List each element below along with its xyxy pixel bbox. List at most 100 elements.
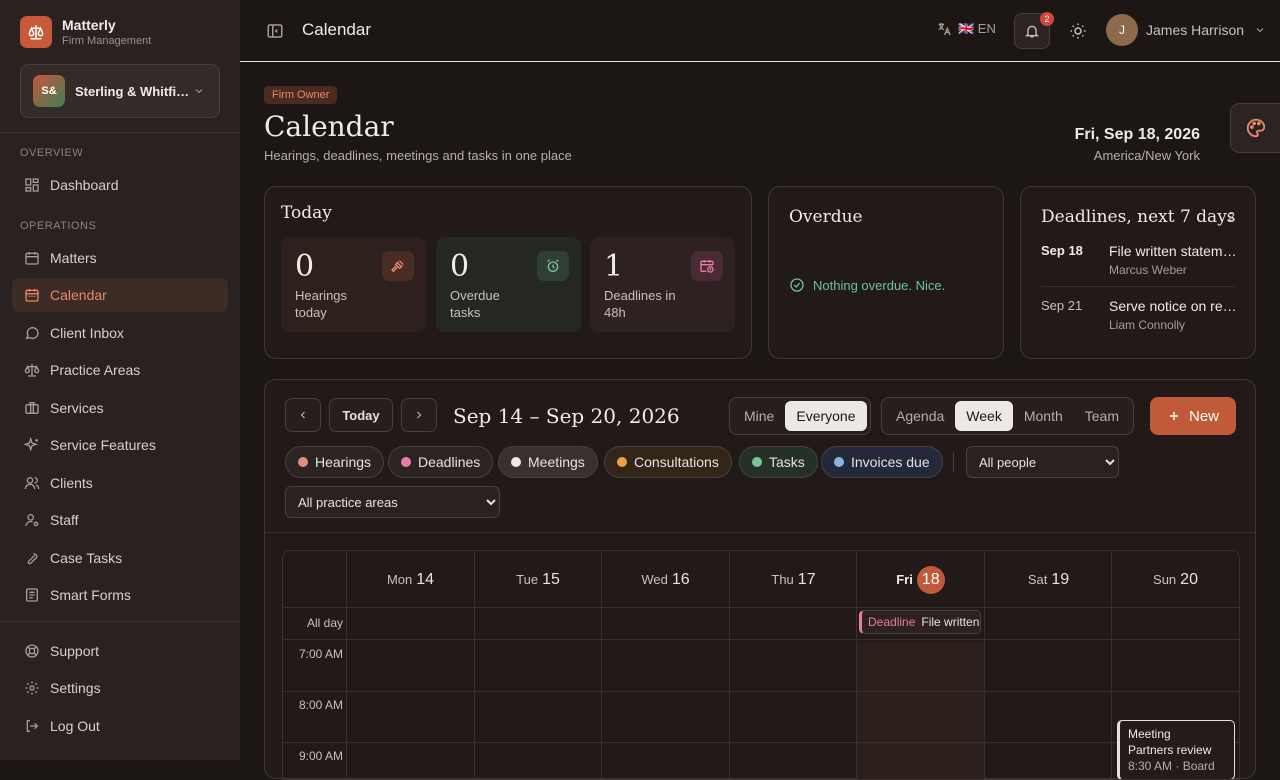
day-header-mon[interactable]: Mon 14 — [346, 551, 474, 608]
scope-toggle: Mine Everyone — [729, 397, 871, 435]
avatar: J — [1106, 14, 1138, 46]
scope-mine[interactable]: Mine — [733, 401, 785, 431]
meeting-event[interactable]: Meeting Partners review 8:30 AM · Board — [1117, 720, 1235, 779]
stat-value: 0 — [295, 249, 315, 284]
stat-value: 1 — [604, 249, 624, 284]
logout-icon — [26, 720, 39, 732]
sun-icon[interactable] — [1069, 22, 1087, 40]
filter-tasks[interactable]: Tasks — [739, 446, 818, 478]
scope-everyone[interactable]: Everyone — [785, 401, 867, 431]
topbar: Calendar 🇬🇧 EN 2 J James Harrison — [240, 0, 1280, 62]
chevron-right-icon — [417, 411, 422, 419]
day-header-fri[interactable]: Fri 18 — [856, 551, 984, 608]
sidebar: Matterly Firm Management S& Sterling & W… — [0, 0, 240, 760]
sidebar-item-clients[interactable]: Clients — [12, 466, 228, 500]
day-header-sat[interactable]: Sat 19 — [984, 551, 1112, 608]
day-header-sun[interactable]: Sun 20 — [1111, 551, 1239, 608]
sidebar-item-support[interactable]: Support — [12, 634, 228, 668]
view-toggle: Agenda Week Month Team — [881, 397, 1134, 435]
stat-overdue[interactable]: 0 Overdue tasks — [436, 237, 581, 332]
prev-week-button[interactable] — [285, 398, 321, 432]
language-switcher[interactable]: 🇬🇧 EN — [936, 21, 996, 37]
deadline-date: Sep 21 — [1041, 298, 1083, 313]
sidebar-item-case-tasks[interactable]: Case Tasks — [12, 541, 228, 575]
new-event-button[interactable]: New — [1150, 397, 1236, 435]
sidebar-item-label: Log Out — [50, 718, 100, 734]
deadlines-card: Deadlines, next 7 days 2 Sep 18 File wri… — [1020, 186, 1256, 359]
sidebar-item-services[interactable]: Services — [12, 391, 228, 425]
language-label: 🇬🇧 EN — [958, 21, 996, 36]
chevron-down-icon — [1256, 28, 1264, 33]
day-number-today: 18 — [916, 565, 945, 594]
chevron-down-icon — [195, 89, 203, 94]
sidebar-toggle-icon[interactable] — [266, 22, 284, 40]
filter-meetings[interactable]: Meetings — [498, 446, 598, 478]
practice-area-select[interactable]: All practice areas — [285, 486, 500, 518]
brand-subtitle: Firm Management — [62, 35, 152, 47]
grid-line — [474, 608, 475, 779]
view-week[interactable]: Week — [955, 401, 1013, 431]
view-agenda[interactable]: Agenda — [885, 401, 955, 431]
stat-deadlines[interactable]: 1 Deadlines in 48h — [590, 237, 735, 332]
user-menu[interactable]: J James Harrison — [1106, 14, 1266, 46]
allday-deadline-event[interactable]: Deadline File written statement — [859, 610, 981, 634]
sidebar-item-label: Practice Areas — [50, 362, 141, 378]
day-header-thu[interactable]: Thu 17 — [729, 551, 857, 608]
divider — [0, 621, 240, 622]
next-week-button[interactable] — [401, 398, 437, 432]
day-number: 17 — [797, 570, 816, 588]
week-grid: Mon 14 Tue 15 Wed 16 Thu 17 Fri 18 Sat 19 Sun 2… — [282, 550, 1240, 780]
sidebar-item-label: Services — [50, 400, 104, 416]
sidebar-item-smart-forms[interactable]: Smart Forms — [12, 578, 228, 612]
color-dot — [834, 457, 844, 467]
calendar-icon — [25, 289, 39, 302]
sidebar-item-service-features[interactable]: Service Features — [12, 428, 228, 462]
notifications-button[interactable]: 2 — [1014, 12, 1054, 49]
grid-line — [856, 608, 857, 779]
filter-hearings[interactable]: Hearings — [285, 446, 385, 478]
sidebar-item-logout[interactable]: Log Out — [12, 709, 228, 743]
filter-label: Hearings — [315, 454, 372, 470]
theme-palette-button[interactable] — [1230, 103, 1280, 153]
sidebar-item-label: Support — [50, 643, 100, 659]
section-label-overview: OVERVIEW — [20, 147, 84, 159]
people-select[interactable]: All people — [966, 446, 1119, 478]
sidebar-item-dashboard[interactable]: Dashboard — [12, 168, 228, 202]
today-button[interactable]: Today — [329, 398, 393, 432]
stat-label: Overdue tasks — [450, 288, 500, 320]
sidebar-item-staff[interactable]: Staff — [12, 503, 228, 537]
view-month[interactable]: Month — [1013, 401, 1074, 431]
users-icon — [24, 477, 40, 490]
sparkle-icon — [24, 437, 39, 452]
sidebar-item-calendar[interactable]: Calendar — [12, 278, 228, 312]
sidebar-item-label: Settings — [50, 680, 101, 696]
filter-invoices-due[interactable]: Invoices due — [821, 446, 943, 478]
bell-icon — [1025, 25, 1039, 38]
overdue-text: Nothing overdue. Nice. — [813, 277, 946, 293]
view-team[interactable]: Team — [1074, 401, 1130, 431]
sidebar-item-matters[interactable]: Matters — [12, 241, 228, 275]
day-header-tue[interactable]: Tue 15 — [474, 551, 601, 608]
topbar-title: Calendar — [302, 20, 371, 39]
sidebar-item-client-inbox[interactable]: Client Inbox — [12, 316, 228, 350]
brand[interactable]: Matterly Firm Management — [20, 16, 151, 48]
filter-consultations[interactable]: Consultations — [604, 446, 732, 478]
stat-hearings[interactable]: 0 Hearings today — [281, 237, 426, 332]
role-badge: Firm Owner — [264, 86, 338, 104]
grid-line — [601, 608, 602, 779]
firm-switcher[interactable]: S& Sterling & Whitfield — [20, 64, 220, 118]
day-number: 19 — [1051, 570, 1070, 588]
time-label: 9:00 AM — [298, 749, 343, 763]
filter-deadlines[interactable]: Deadlines — [388, 446, 494, 478]
wrench-icon — [27, 553, 38, 565]
sidebar-item-practice-areas[interactable]: Practice Areas — [12, 353, 228, 387]
plus-icon — [1169, 411, 1179, 421]
grid-line — [283, 639, 1239, 640]
sidebar-item-settings[interactable]: Settings — [12, 671, 228, 705]
day-name: Mon — [386, 572, 413, 587]
time-label: 8:00 AM — [298, 698, 343, 712]
day-number: 16 — [671, 570, 690, 588]
day-header-wed[interactable]: Wed 16 — [601, 551, 729, 608]
page-title: Calendar — [264, 110, 394, 143]
deadline-count: 2 — [1227, 209, 1235, 224]
